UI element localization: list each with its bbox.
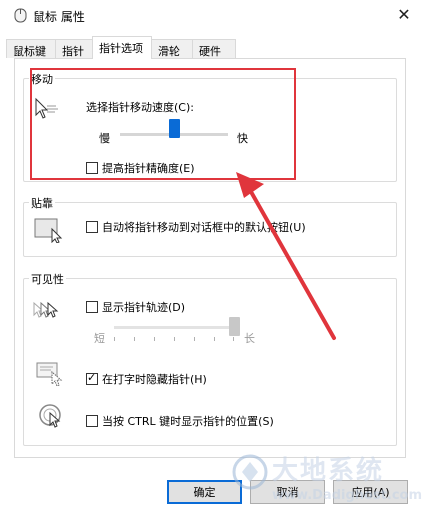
trails-label: 显示指针轨迹(D) (102, 301, 186, 314)
precision-label: 提高指针精确度(E) (102, 162, 195, 175)
ctrl-locate-label: 当按 CTRL 键时显示指针的位置(S) (102, 415, 274, 428)
precision-checkbox[interactable] (86, 162, 98, 174)
tab-panel: 移动 选择指针移动速度(C): 慢 快 提高指针精确度(E) 贴靠 自动将指针移… (14, 58, 406, 458)
snap-group: 贴靠 自动将指针移动到对话框中的默认按钮(U) (23, 195, 397, 257)
speed-slider-thumb[interactable] (168, 119, 180, 138)
tab-wheel[interactable]: 滑轮 (151, 39, 193, 58)
close-button[interactable]: ✕ (388, 2, 420, 26)
title-bar: 鼠标 属性 ✕ (0, 0, 424, 30)
watermark-logo-icon (232, 454, 268, 490)
snap-checkbox[interactable] (86, 221, 98, 233)
tab-hardware[interactable]: 硬件 (192, 39, 236, 58)
tab-strip: 鼠标键 指针 指针选项 滑轮 硬件 (6, 36, 406, 59)
snap-group-label: 贴靠 (29, 195, 55, 211)
speed-label: 选择指针移动速度(C): (86, 101, 194, 114)
close-icon: ✕ (397, 4, 411, 24)
trail-tick (154, 337, 155, 341)
ctrl-locate-checkbox[interactable] (86, 415, 98, 427)
watermark-subtext: www.Dadighost.com (272, 488, 423, 503)
window-title: 鼠标 属性 (33, 10, 85, 24)
hide-pointer-label: 在打字时隐藏指针(H) (102, 373, 207, 386)
mouse-icon (14, 8, 27, 23)
trail-slider-track[interactable] (114, 326, 234, 329)
hide-pointer-icon (36, 362, 63, 387)
visibility-group-label: 可见性 (29, 271, 66, 287)
pointer-location-icon (39, 404, 61, 428)
short-label: 短 (94, 332, 105, 345)
trail-tick (174, 337, 175, 341)
fast-label: 快 (237, 132, 248, 145)
trail-tick (214, 337, 215, 341)
motion-group-label: 移动 (29, 71, 55, 87)
trail-tick (114, 337, 115, 341)
tab-buttons[interactable]: 鼠标键 (6, 39, 56, 58)
slow-label: 慢 (99, 132, 110, 145)
tab-pointers[interactable]: 指针 (55, 39, 93, 58)
ok-button[interactable]: 确定 (167, 480, 242, 504)
motion-group: 移动 选择指针移动速度(C): 慢 快 提高指针精确度(E) (23, 71, 397, 182)
watermark-text: 大地系统 (272, 456, 385, 486)
trail-tick (134, 337, 135, 341)
hide-pointer-checkbox[interactable] (86, 371, 98, 385)
trail-tick (194, 337, 195, 341)
watermark: 大地系统 www.Dadighost.com (232, 444, 424, 520)
snap-to-icon (34, 218, 63, 243)
trails-checkbox[interactable] (86, 301, 98, 313)
tab-pointer-options[interactable]: 指针选项 (92, 36, 152, 59)
pointer-trails-icon (33, 301, 59, 318)
annotation-arrow-icon (236, 172, 336, 340)
pointer-speed-icon (35, 97, 58, 119)
visibility-group: 可见性 显示指针轨迹(D) 短 长 在打字时隐藏指针(H) (23, 271, 397, 446)
